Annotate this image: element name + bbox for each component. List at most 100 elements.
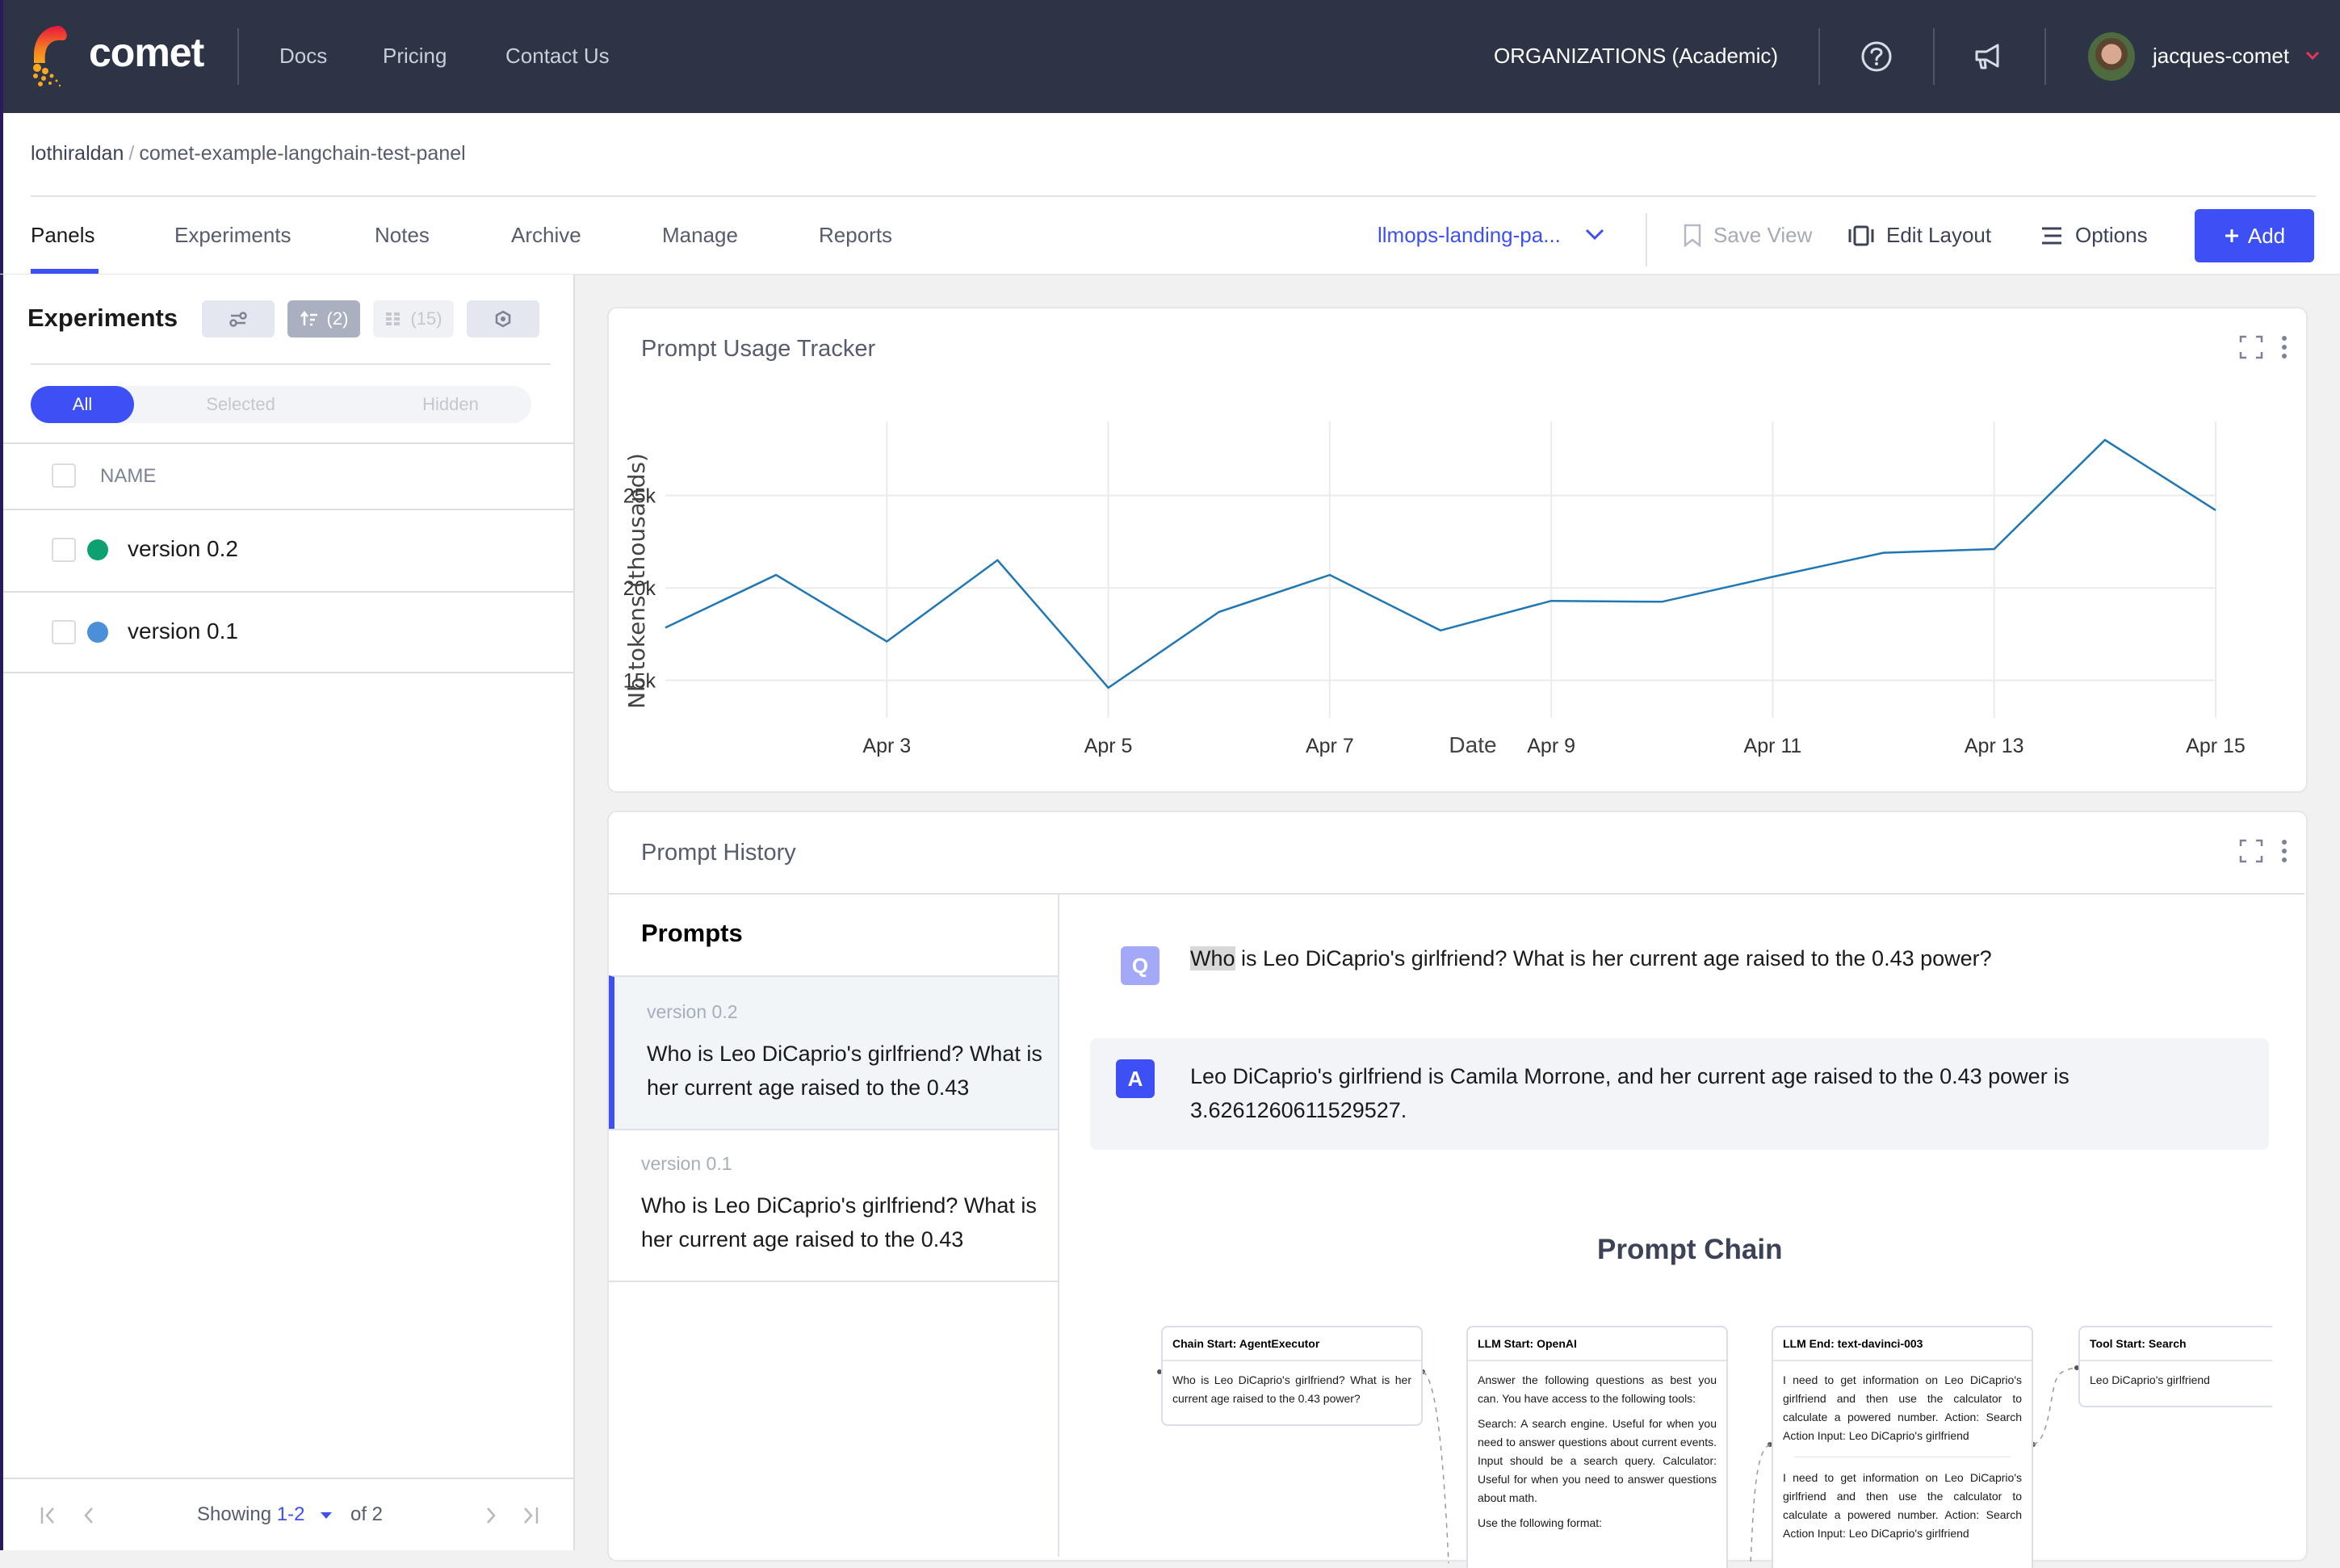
nav-pricing[interactable]: Pricing [383,44,447,69]
node-title: Chain Start: AgentExecutor [1163,1327,1421,1361]
experiment-name[interactable]: version 0.2 [128,536,238,562]
experiments-sidebar: Experiments (2) (15) All Selected Hidden [0,275,575,1550]
username[interactable]: jacques-comet [2153,44,2289,69]
top-navbar: comet Docs Pricing Contact Us ORGANIZATI… [0,0,2340,113]
columns-button[interactable]: (15) [373,300,454,337]
nav-docs[interactable]: Docs [279,44,327,69]
node-text: I need to get information on Leo DiCapri… [1783,1469,2022,1543]
project-header: lothiraldan/comet-example-langchain-test… [0,113,2340,275]
node-text: Answer the following questions as best y… [1478,1371,1717,1408]
x-tick-label: Apr 11 [1744,735,1802,757]
filter-sliders-icon [229,309,248,329]
page-range[interactable]: 1-2 [277,1503,305,1525]
row-checkbox[interactable] [52,620,76,644]
tab-manage[interactable]: Manage [662,223,738,248]
chain-connectors [609,812,2309,1563]
user-avatar[interactable] [2088,32,2135,81]
node-text: Search: A search engine. Useful for when… [1478,1415,1717,1507]
plus-icon [2224,228,2240,244]
comet-logo-icon[interactable] [27,23,76,90]
divider [1646,213,1647,266]
divider [1933,28,1935,85]
breadcrumb-project[interactable]: comet-example-langchain-test-panel [139,142,465,165]
chevron-down-icon[interactable] [1584,226,1605,242]
organizations-menu[interactable]: ORGANIZATIONS (Academic) [1494,44,1778,69]
chart-axes: Apr 3Apr 5Apr 7Apr 9Apr 11Apr 13Apr 1515… [623,485,2246,757]
nav-contact-us[interactable]: Contact Us [505,44,610,69]
layout-icon [1847,224,1875,247]
help-circle-icon[interactable] [1859,39,1894,74]
usage-line-chart: Apr 3Apr 5Apr 7Apr 9Apr 11Apr 13Apr 1515… [609,308,2309,794]
connector-line [2033,1368,2077,1444]
edit-layout-label: Edit Layout [1886,223,1991,248]
page-total: of 2 [350,1503,383,1526]
next-page-icon[interactable] [480,1505,502,1526]
tab-experiments[interactable]: Experiments [174,223,291,248]
node-text: Who is Leo DiCaprio's girlfriend? What i… [1172,1371,1411,1408]
filter-all[interactable]: All [31,386,134,423]
x-tick-label: Apr 15 [2186,735,2246,757]
showing-label: Showing [197,1503,271,1525]
breadcrumb-workspace[interactable]: lothiraldan [31,142,124,165]
add-button[interactable]: Add [2195,209,2314,262]
tab-archive[interactable]: Archive [511,223,581,248]
options-button[interactable]: Options [2040,223,2148,248]
filter-hidden[interactable]: Hidden [378,386,523,423]
chain-node-llm-start[interactable]: LLM Start: OpenAI Answer the following q… [1466,1326,1728,1568]
caret-down-icon[interactable] [320,1511,333,1520]
sort-icon [300,309,319,329]
edit-layout-button[interactable]: Edit Layout [1847,223,1991,248]
x-axis-label: Date [1449,732,1496,757]
tab-reports[interactable]: Reports [819,223,892,248]
node-text: Use the following format: [1478,1514,1717,1532]
x-tick-label: Apr 5 [1084,735,1133,757]
columns-count: (15) [410,308,442,329]
table-row[interactable]: version 0.2 [3,509,573,591]
view-selector[interactable]: llmops-landing-pa... [1378,223,1561,248]
options-icon [2040,224,2064,247]
brand-name[interactable]: comet [89,29,203,76]
x-tick-label: Apr 13 [1965,735,2024,757]
experiment-filter-segmented: All Selected Hidden [31,386,531,423]
chevron-down-icon[interactable] [2304,50,2321,61]
previous-page-icon[interactable] [79,1505,102,1526]
megaphone-icon[interactable] [1970,39,2006,74]
add-label: Add [2248,224,2285,249]
divider [2044,28,2046,85]
filter-selected[interactable]: Selected [160,386,321,423]
last-page-icon[interactable] [518,1505,541,1526]
series-line-tokens [665,440,2216,688]
x-tick-label: Apr 9 [1527,735,1575,757]
tab-notes[interactable]: Notes [375,223,430,248]
experiment-color-dot [87,539,108,560]
filter-button[interactable] [202,300,275,337]
x-tick-label: Apr 3 [862,735,911,757]
first-page-icon[interactable] [39,1505,61,1526]
divider [237,28,239,85]
save-view-button[interactable]: Save View [1683,223,1812,248]
save-view-label: Save View [1713,223,1812,248]
node-title: LLM End: text-davinci-003 [1773,1327,2032,1361]
chart-grid [665,421,2216,718]
node-body: Leo DiCaprio's girlfriend [2080,1361,2272,1406]
sort-button[interactable]: (2) [287,300,360,337]
group-button[interactable] [467,300,539,337]
divider [31,195,2316,197]
chain-node-llm-end[interactable]: LLM End: text-davinci-003 I need to get … [1772,1326,2033,1568]
chain-node-tool-start[interactable]: Tool Start: Search Leo DiCaprio's girlfr… [2078,1326,2272,1407]
node-body: Answer the following questions as best y… [1468,1361,1726,1549]
bookmark-icon [1683,224,1702,248]
table-row[interactable]: version 0.1 [3,591,573,673]
column-header-name[interactable]: NAME [100,465,156,488]
columns-grid-icon [384,310,402,328]
tab-panels[interactable]: Panels [31,223,95,248]
node-body: Who is Leo DiCaprio's girlfriend? What i… [1163,1361,1421,1424]
node-title: LLM Start: OpenAI [1468,1327,1726,1361]
experiment-name[interactable]: version 0.1 [128,618,238,644]
select-all-checkbox[interactable] [52,463,76,488]
chain-node-chain-start[interactable]: Chain Start: AgentExecutor Who is Leo Di… [1161,1326,1423,1426]
row-checkbox[interactable] [52,538,76,562]
hexagon-icon [494,310,512,328]
y-axis-label: Nb tokens (thousands) [623,453,650,709]
experiment-color-dot [87,622,108,643]
